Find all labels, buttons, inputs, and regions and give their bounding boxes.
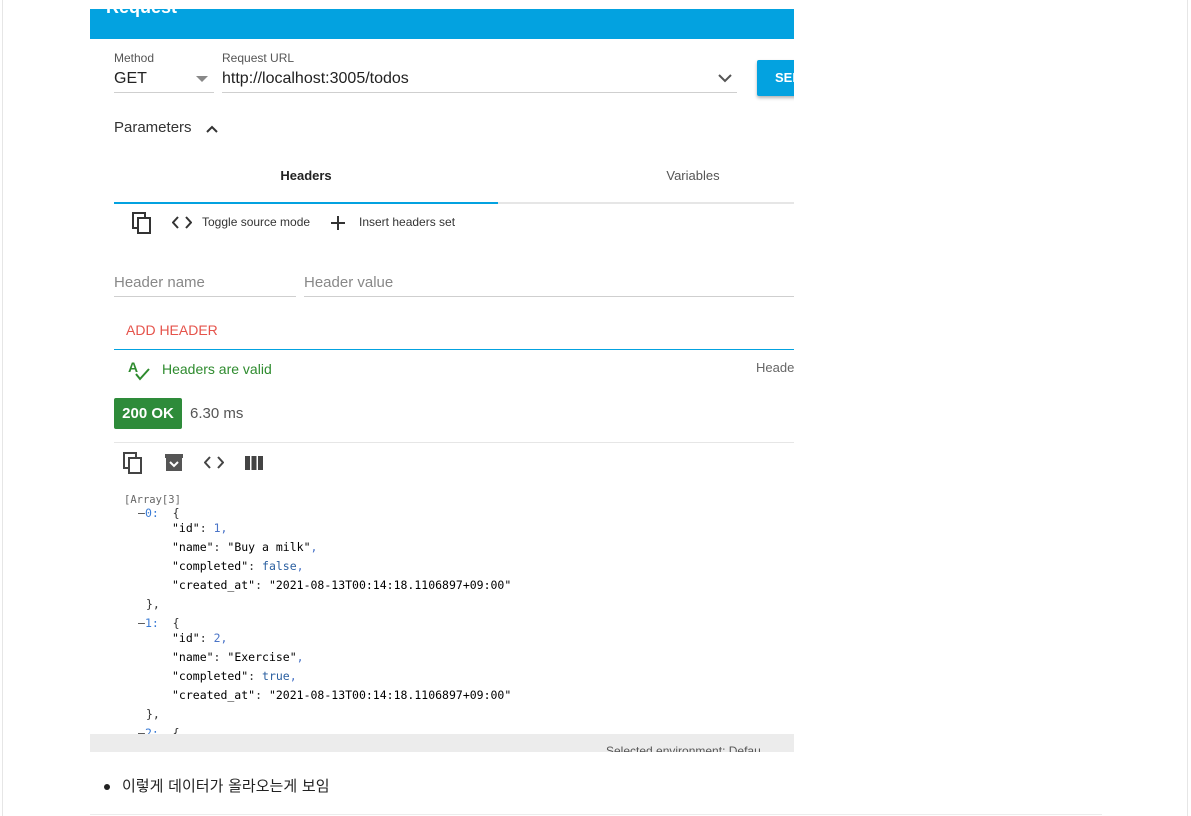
url-underline	[222, 92, 737, 93]
columns-icon[interactable]	[245, 456, 263, 470]
item-1-id-value: 2	[213, 631, 221, 645]
header-name-input[interactable]: Header name	[114, 274, 205, 291]
chevron-up-icon	[205, 125, 218, 133]
panel-title: Request	[106, 9, 177, 18]
item-0-id: "id": 1,	[172, 521, 228, 535]
item-0-close: },	[146, 597, 160, 611]
method-select[interactable]: GET	[114, 70, 147, 88]
copy-icon[interactable]	[132, 212, 152, 234]
parameters-toggle[interactable]: Parameters	[114, 119, 218, 136]
bullet-dot	[104, 784, 110, 790]
header-value-underline	[304, 296, 794, 297]
item-0-created-at-value: "2021-08-13T00:14:18.1106897+09:00"	[268, 578, 512, 592]
method-label: Method	[114, 51, 155, 65]
url-chevron-down-icon[interactable]	[718, 74, 732, 83]
item-0-id-value: 1	[213, 521, 221, 535]
response-divider	[114, 442, 794, 443]
tab-headers[interactable]: Headers	[114, 162, 498, 204]
item-0-name: "name": "Buy a milk",	[172, 540, 318, 554]
header-name-underline	[114, 296, 296, 297]
tab-variables[interactable]: Variables	[498, 162, 794, 204]
toggle-source-mode-button[interactable]: Toggle source mode	[202, 215, 310, 229]
item-1-created-at-value: "2021-08-13T00:14:18.1106897+09:00"	[268, 688, 512, 702]
status-badge: 200 OK	[114, 398, 182, 429]
note-text: 이렇게 데이터가 올라오는게 보임	[122, 777, 330, 795]
save-icon[interactable]	[164, 453, 184, 472]
url-input[interactable]: http://localhost:3005/todos	[222, 70, 409, 88]
url-label: Request URL	[222, 51, 295, 65]
parameters-label: Parameters	[114, 119, 192, 136]
headers-valid-message: Headers are valid	[162, 361, 272, 377]
plus-icon[interactable]	[331, 216, 345, 230]
response-time: 6.30 ms	[190, 405, 244, 422]
headers-divider	[114, 349, 794, 350]
item-0-completed-value: false	[262, 559, 297, 573]
item-1-name-value: "Exercise"	[227, 650, 297, 664]
item-1-created-at: "created_at": "2021-08-13T00:14:18.11068…	[172, 688, 512, 702]
item-1-completed: "completed": true,	[172, 669, 297, 683]
item-index: 0	[144, 506, 152, 520]
request-header-bar: Request	[90, 9, 794, 39]
method-underline	[114, 92, 214, 93]
item-1-id: "id": 2,	[172, 631, 228, 645]
item-1-name: "name": "Exercise",	[172, 650, 304, 664]
headers-right-label: Heade	[756, 360, 794, 375]
item-0-completed: "completed": false,	[172, 559, 304, 573]
item-1-completed-value: true	[262, 669, 290, 683]
item-0-name-value: "Buy a milk"	[227, 540, 311, 554]
item-0-created-at: "created_at": "2021-08-13T00:14:18.11068…	[172, 578, 512, 592]
insert-headers-set-button[interactable]: Insert headers set	[359, 215, 455, 229]
spellcheck-icon: A	[128, 359, 150, 381]
svg-text:A: A	[128, 359, 138, 375]
response-code-icon[interactable]	[204, 456, 224, 469]
send-button[interactable]: SEI	[757, 60, 794, 96]
environment-label[interactable]: Selected environment: Defau	[606, 744, 761, 752]
code-icon[interactable]	[172, 216, 192, 229]
item-index: 1	[144, 616, 152, 630]
copy-response-icon[interactable]	[123, 452, 143, 474]
request-panel: Request Method GET Request URL http://lo…	[90, 0, 794, 752]
item-1-close: },	[146, 707, 160, 721]
header-value-input[interactable]: Header value	[304, 274, 393, 291]
bottom-divider	[90, 814, 1102, 815]
add-header-button[interactable]: ADD HEADER	[126, 322, 218, 338]
method-dropdown-icon[interactable]	[196, 76, 208, 82]
